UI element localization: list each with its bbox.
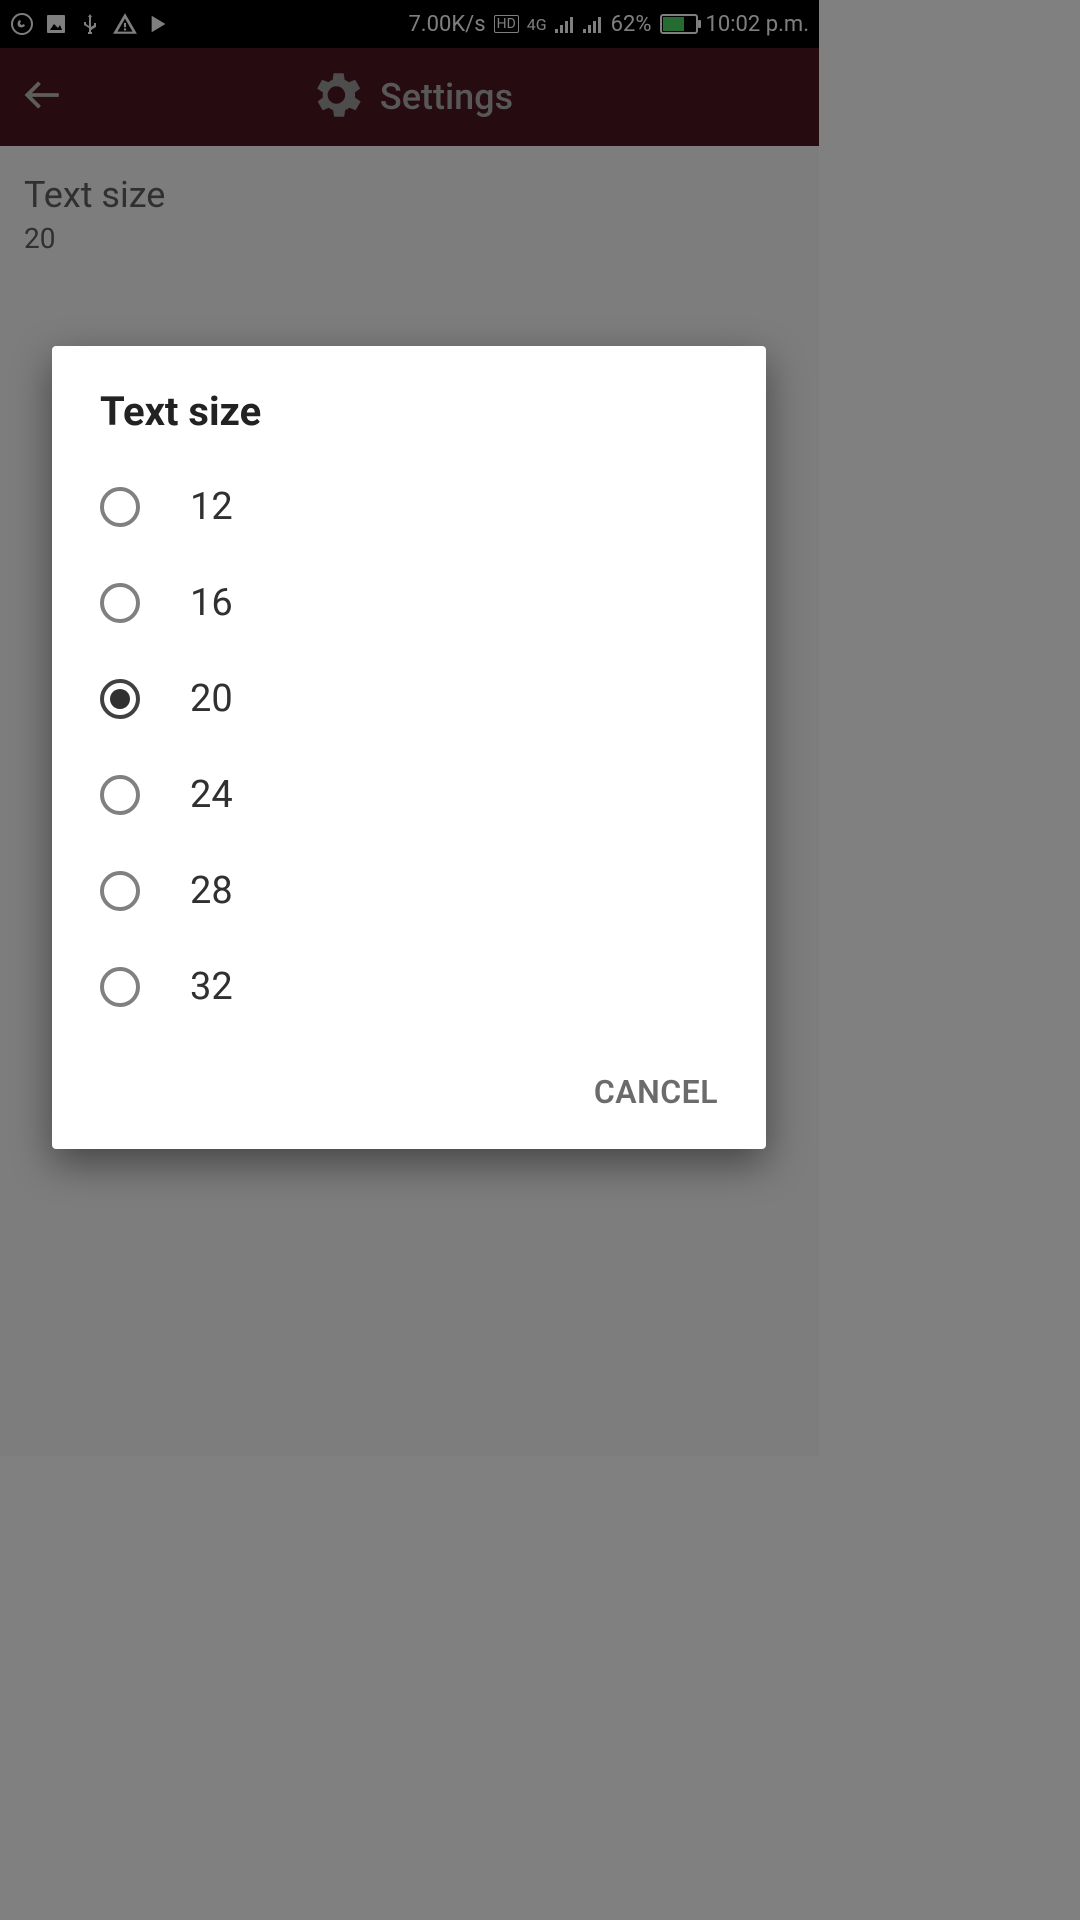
dialog-actions: CANCEL — [52, 1035, 766, 1129]
text-size-option-12[interactable]: 12 — [80, 459, 738, 555]
cancel-button[interactable]: CANCEL — [594, 1073, 718, 1111]
radio-icon — [100, 583, 140, 623]
text-size-option-28[interactable]: 28 — [80, 843, 738, 939]
option-label: 24 — [190, 773, 233, 817]
dialog-options: 12 16 20 24 28 32 — [52, 459, 766, 1035]
text-size-option-24[interactable]: 24 — [80, 747, 738, 843]
text-size-option-16[interactable]: 16 — [80, 555, 738, 651]
text-size-dialog: Text size 12 16 20 24 28 32 CANCEL — [52, 346, 766, 1149]
option-label: 32 — [190, 965, 233, 1009]
option-label: 12 — [190, 485, 233, 529]
dialog-title: Text size — [52, 346, 766, 459]
text-size-option-20[interactable]: 20 — [80, 651, 738, 747]
radio-icon — [100, 967, 140, 1007]
radio-icon — [100, 487, 140, 527]
option-label: 20 — [190, 677, 233, 721]
option-label: 28 — [190, 869, 233, 913]
radio-icon — [100, 775, 140, 815]
option-label: 16 — [190, 581, 233, 625]
radio-icon — [100, 679, 140, 719]
text-size-option-32[interactable]: 32 — [80, 939, 738, 1035]
radio-icon — [100, 871, 140, 911]
